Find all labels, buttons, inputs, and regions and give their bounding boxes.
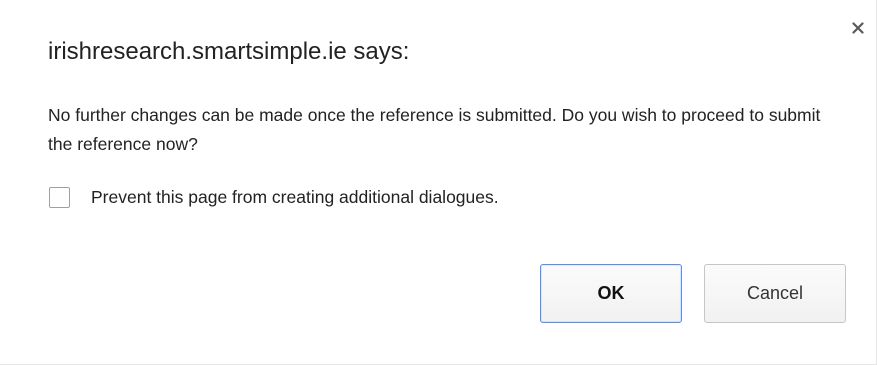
close-icon: [852, 22, 864, 34]
alert-dialog: irishresearch.smartsimple.ie says: No fu…: [0, 0, 877, 365]
cancel-button[interactable]: Cancel: [704, 264, 846, 323]
close-button[interactable]: [848, 18, 868, 38]
prevent-dialogues-label: Prevent this page from creating addition…: [91, 186, 499, 207]
dialog-message: No further changes can be made once the …: [48, 105, 821, 154]
prevent-dialogues-option[interactable]: Prevent this page from creating addition…: [49, 185, 499, 209]
prevent-dialogues-checkbox[interactable]: [49, 186, 70, 208]
dialog-title: irishresearch.smartsimple.ie says:: [48, 38, 410, 65]
ok-button[interactable]: OK: [540, 264, 682, 323]
